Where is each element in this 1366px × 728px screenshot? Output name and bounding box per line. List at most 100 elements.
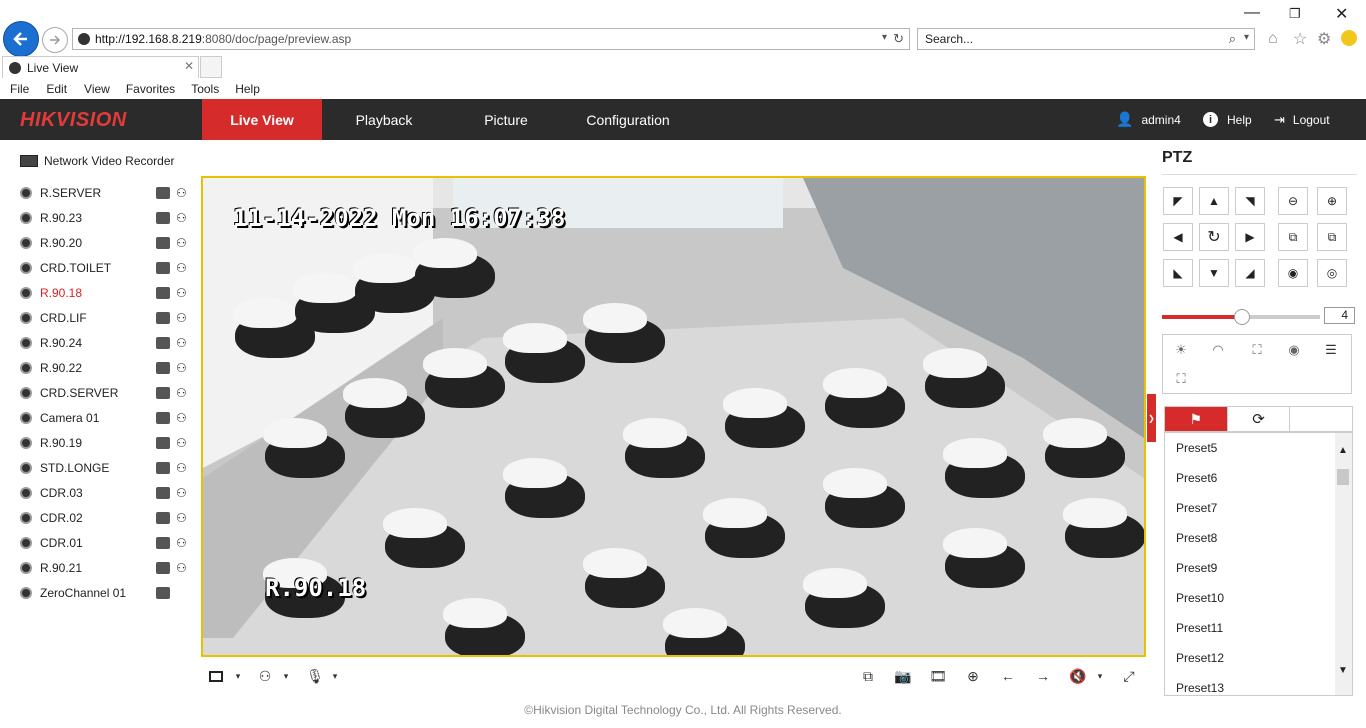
camera-item[interactable]: CRD.SERVER ⚇: [20, 382, 190, 404]
address-bar[interactable]: http://192.168.8.219:8080/doc/page/previ…: [72, 28, 910, 50]
remote-config-icon[interactable]: ⚇: [176, 462, 190, 474]
record-status-icon[interactable]: [156, 562, 170, 574]
camera-item[interactable]: R.90.23 ⚇: [20, 207, 190, 229]
record-status-icon[interactable]: [156, 237, 170, 249]
camera-item[interactable]: ZeroChannel 01: [20, 582, 190, 604]
record-status-icon[interactable]: [156, 312, 170, 324]
zoom-in-button[interactable]: ⊕: [1317, 187, 1347, 215]
nvr-root[interactable]: Network Video Recorder: [20, 154, 175, 168]
tab-presets[interactable]: ⚑: [1165, 407, 1228, 431]
remote-config-icon[interactable]: ⚇: [176, 562, 190, 574]
microphone-icon[interactable]: 🎙: [305, 666, 325, 686]
camera-item[interactable]: R.90.21 ⚇: [20, 557, 190, 579]
search-icon[interactable]: ⌕: [1229, 31, 1236, 47]
help-link[interactable]: i Help: [1203, 99, 1252, 140]
camera-item[interactable]: CDR.01 ⚇: [20, 532, 190, 554]
scrollbar[interactable]: ▲ ▼: [1335, 433, 1352, 695]
ptz-auto-button[interactable]: ↻: [1199, 223, 1229, 251]
remote-config-icon[interactable]: ⚇: [176, 262, 190, 274]
remote-config-icon[interactable]: ⚇: [176, 437, 190, 449]
menu-view[interactable]: View: [84, 82, 110, 96]
live-video[interactable]: 11-14-2022 Mon 16:07:38 R.90.18: [201, 176, 1146, 657]
remote-config-icon[interactable]: ⚇: [176, 287, 190, 299]
lens-init-icon[interactable]: ◉: [1284, 340, 1304, 360]
remote-config-icon[interactable]: ⚇: [176, 212, 190, 224]
remote-config-icon[interactable]: ⚇: [176, 337, 190, 349]
remote-config-icon[interactable]: ⚇: [176, 412, 190, 424]
camera-item[interactable]: Camera 01 ⚇: [20, 407, 190, 429]
record-status-icon[interactable]: [156, 387, 170, 399]
record-status-icon[interactable]: [156, 587, 170, 599]
tab-patrol[interactable]: ⟳: [1228, 407, 1291, 431]
refresh-icon[interactable]: ↻: [893, 31, 904, 47]
record-status-icon[interactable]: [156, 362, 170, 374]
manual-track-icon[interactable]: ⛶: [1171, 369, 1191, 389]
remote-config-icon[interactable]: ⚇: [176, 537, 190, 549]
browser-tab[interactable]: Live View ✕: [2, 56, 199, 78]
forward-button[interactable]: [42, 27, 68, 53]
record-status-icon[interactable]: [156, 287, 170, 299]
camera-item[interactable]: R.90.19 ⚇: [20, 432, 190, 454]
camera-item[interactable]: R.SERVER ⚇: [20, 182, 190, 204]
remote-config-icon[interactable]: ⚇: [176, 487, 190, 499]
record-status-icon[interactable]: [156, 437, 170, 449]
mute-icon[interactable]: 🔇: [1068, 666, 1088, 686]
tab-configuration[interactable]: Configuration: [568, 99, 688, 140]
focus-far-button[interactable]: ⧉: [1317, 223, 1347, 251]
ptz-up-right-button[interactable]: ◥: [1235, 187, 1265, 215]
window-layout-icon[interactable]: [206, 666, 226, 686]
restore-button[interactable]: ❐: [1289, 6, 1301, 22]
search-dropdown-icon[interactable]: ▾: [1244, 32, 1249, 43]
favorites-icon[interactable]: ☆: [1293, 29, 1307, 49]
one-touch-focus-icon[interactable]: ⛶: [1247, 340, 1267, 360]
remote-config-icon[interactable]: ⚇: [176, 362, 190, 374]
user-menu[interactable]: 👤 admin4: [1116, 99, 1181, 140]
preset-item[interactable]: Preset6: [1165, 463, 1352, 493]
collapse-panel-handle[interactable]: ❯: [1147, 394, 1156, 442]
remote-config-icon[interactable]: ⚇: [176, 387, 190, 399]
ptz-right-button[interactable]: ▶: [1235, 223, 1265, 251]
next-page-icon[interactable]: →: [1033, 666, 1053, 686]
preset-item[interactable]: Preset12: [1165, 643, 1352, 673]
record-status-icon[interactable]: [156, 187, 170, 199]
menu-favorites[interactable]: Favorites: [126, 82, 175, 96]
minimize-button[interactable]: —: [1244, 4, 1260, 22]
preset-item[interactable]: Preset11: [1165, 613, 1352, 643]
ptz-left-button[interactable]: ◀: [1163, 223, 1193, 251]
scroll-up-icon[interactable]: ▲: [1338, 445, 1348, 456]
smiley-icon[interactable]: [1341, 30, 1357, 46]
camera-item[interactable]: CDR.02 ⚇: [20, 507, 190, 529]
home-icon[interactable]: ⌂: [1268, 30, 1278, 48]
light-icon[interactable]: ☀: [1171, 340, 1191, 360]
camera-item[interactable]: R.90.22 ⚇: [20, 357, 190, 379]
gear-icon[interactable]: ⚙: [1317, 29, 1331, 49]
iris-close-button[interactable]: ◉: [1278, 259, 1308, 287]
scroll-thumb[interactable]: [1337, 469, 1349, 485]
zoom-icon[interactable]: ⊕: [963, 666, 983, 686]
wiper-icon[interactable]: ◠: [1208, 340, 1228, 360]
layout-dropdown-icon[interactable]: ▾: [228, 666, 248, 686]
previous-page-icon[interactable]: ←: [998, 666, 1018, 686]
record-status-icon[interactable]: [156, 512, 170, 524]
search-input[interactable]: Search... ⌕ ▾: [917, 28, 1255, 50]
camera-item[interactable]: CRD.TOILET ⚇: [20, 257, 190, 279]
menu-icon[interactable]: ☰: [1321, 340, 1341, 360]
ptz-down-button[interactable]: ▼: [1199, 259, 1229, 287]
record-status-icon[interactable]: [156, 537, 170, 549]
preset-item[interactable]: Preset5: [1165, 433, 1352, 463]
menu-help[interactable]: Help: [235, 82, 260, 96]
ptz-up-button[interactable]: ▲: [1199, 187, 1229, 215]
preset-item[interactable]: Preset9: [1165, 553, 1352, 583]
remote-config-icon[interactable]: ⚇: [176, 237, 190, 249]
speed-knob[interactable]: [1234, 309, 1250, 325]
fullscreen-icon[interactable]: ⤢: [1119, 666, 1139, 686]
iris-open-button[interactable]: ◎: [1317, 259, 1347, 287]
record-status-icon[interactable]: [156, 337, 170, 349]
close-window-button[interactable]: ✕: [1335, 4, 1348, 24]
remote-config-icon[interactable]: ⚇: [176, 187, 190, 199]
record-icon[interactable]: 🎞: [928, 666, 948, 686]
new-tab-button[interactable]: [200, 56, 222, 78]
stop-all-icon[interactable]: ⧉: [858, 666, 878, 686]
ptz-speed-slider[interactable]: [1162, 309, 1320, 325]
scroll-down-icon[interactable]: ▼: [1338, 665, 1348, 676]
